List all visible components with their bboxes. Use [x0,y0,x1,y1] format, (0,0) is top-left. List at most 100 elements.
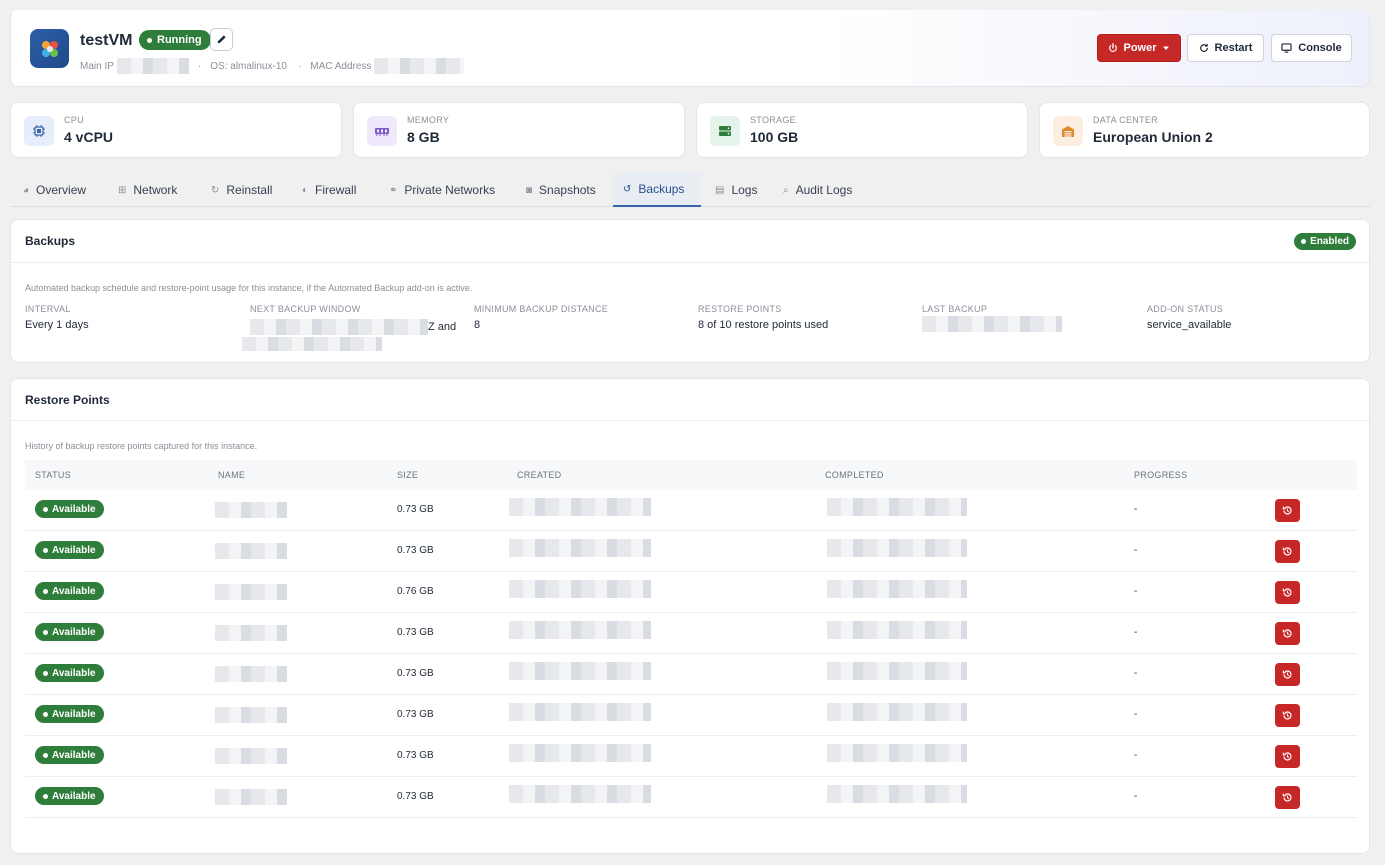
restore-button[interactable] [1275,499,1300,522]
stat-label: STORAGE [750,115,796,125]
next-window-value: Z and [250,319,470,335]
os-label: OS: almalinux-10 [210,60,287,72]
completed-redacted [827,703,967,721]
status-dot-icon [43,793,48,799]
next-window-field: NEXT BACKUP WINDOW Z and [242,304,470,354]
interval-label: INTERVAL [25,304,71,314]
created-redacted [509,662,651,680]
history-icon [1282,588,1292,597]
vm-name: testVM [80,32,133,49]
row-size: 0.73 GB [397,668,434,679]
tab-label: Private Networks [404,183,496,197]
vm-logo-icon [30,29,69,68]
tab-backups[interactable]: ↺ Backups [613,173,701,207]
table-row: Available 0.73 GB - [25,613,1357,654]
monitor-icon [1281,43,1292,53]
interval-value: Every 1 days [25,319,89,331]
created-redacted [509,703,651,721]
restore-button[interactable] [1275,704,1300,727]
tab-snapshots[interactable]: ◙ Snapshots [516,173,606,207]
name-redacted [215,584,287,600]
table-row: Available 0.73 GB - [25,654,1357,695]
edit-name-button[interactable] [210,28,233,51]
restart-label: Restart [1214,42,1253,54]
restore-button[interactable] [1275,622,1300,645]
pencil-icon [217,35,226,44]
tab-firewall[interactable]: ◐ Firewall [292,173,366,207]
restore-button[interactable] [1275,745,1300,768]
cpu-chip-icon [24,116,54,146]
available-badge: Available [35,500,104,518]
tab-reinstall[interactable]: ↻ Reinstall [201,173,282,207]
completed-redacted [827,785,967,803]
document-icon: ▤ [715,184,725,196]
memory-icon [367,116,397,146]
row-size: 0.73 GB [397,504,434,515]
row-progress: - [1134,586,1138,597]
enabled-badge: Enabled [1294,233,1356,250]
restore-button[interactable] [1275,540,1300,563]
row-progress: - [1134,709,1138,720]
row-progress: - [1134,791,1138,802]
history-icon [1282,629,1292,638]
status-label: Running [157,34,202,46]
tab-label: Reinstall [226,183,273,197]
backups-panel: Backups Enabled Automated backup schedul… [10,219,1370,363]
col-created: CREATED [517,470,562,480]
restore-points-value: 8 of 10 restore points used [698,319,829,331]
network-icon: ⊞ [118,184,127,196]
restore-button[interactable] [1275,786,1300,809]
power-button[interactable]: Power [1097,34,1181,62]
tab-overview[interactable]: ◕ Overview [13,173,96,207]
console-label: Console [1298,42,1342,54]
min-distance-label: MINIMUM BACKUP DISTANCE [474,304,609,314]
restore-button[interactable] [1275,663,1300,686]
restart-button[interactable]: Restart [1187,34,1264,62]
row-size: 0.73 GB [397,791,434,802]
table-header: STATUS NAME SIZE CREATED COMPLETED PROGR… [25,460,1357,490]
next-window-label: NEXT BACKUP WINDOW [250,304,361,314]
available-badge: Available [35,541,104,559]
completed-redacted [827,662,967,680]
tab-label: Backups [638,182,685,196]
status-dot-icon [43,752,48,758]
panel-title: Restore Points [25,393,110,407]
history-icon [1282,793,1292,802]
created-redacted [509,580,651,598]
tab-network[interactable]: ⊞ Network [108,173,187,207]
chevron-down-icon [1162,46,1169,50]
tab-audit-logs[interactable]: ⌕ Audit Logs [773,173,862,207]
name-redacted [215,625,287,641]
stat-value: 4 vCPU [64,129,114,145]
table-row: Available 0.73 GB - [25,490,1357,531]
storage-stat-card: STORAGE 100 GB [696,102,1028,158]
row-progress: - [1134,545,1138,556]
console-button[interactable]: Console [1271,34,1352,62]
status-dot-icon [43,670,48,676]
warehouse-icon [1053,116,1083,146]
available-badge: Available [35,623,104,641]
refresh-icon: ↻ [211,184,220,196]
row-size: 0.73 GB [397,545,434,556]
separator: · [297,60,302,72]
available-badge: Available [35,664,104,682]
tab-label: Overview [36,183,87,197]
tab-private-networks[interactable]: ⚭ Private Networks [379,173,505,207]
row-status: Available [52,544,96,556]
restore-points-label: RESTORE POINTS [698,304,782,314]
camera-icon: ◙ [526,184,533,196]
status-dot-icon [147,37,152,43]
tab-bar: ◕ Overview ⊞ Network ↻ Reinstall ◐ Firew… [10,173,1370,207]
status-dot-icon [43,547,48,553]
main-ip-label: Main IP [80,60,114,72]
main-ip-redacted [116,58,189,74]
history-icon: ↺ [623,183,632,195]
restore-button[interactable] [1275,581,1300,604]
tab-logs[interactable]: ▤ Logs [705,173,767,207]
name-redacted [215,748,287,764]
created-redacted [509,498,651,516]
row-status: Available [52,667,96,679]
col-progress: PROGRESS [1134,470,1188,480]
divider [11,420,1369,421]
available-badge: Available [35,705,104,723]
